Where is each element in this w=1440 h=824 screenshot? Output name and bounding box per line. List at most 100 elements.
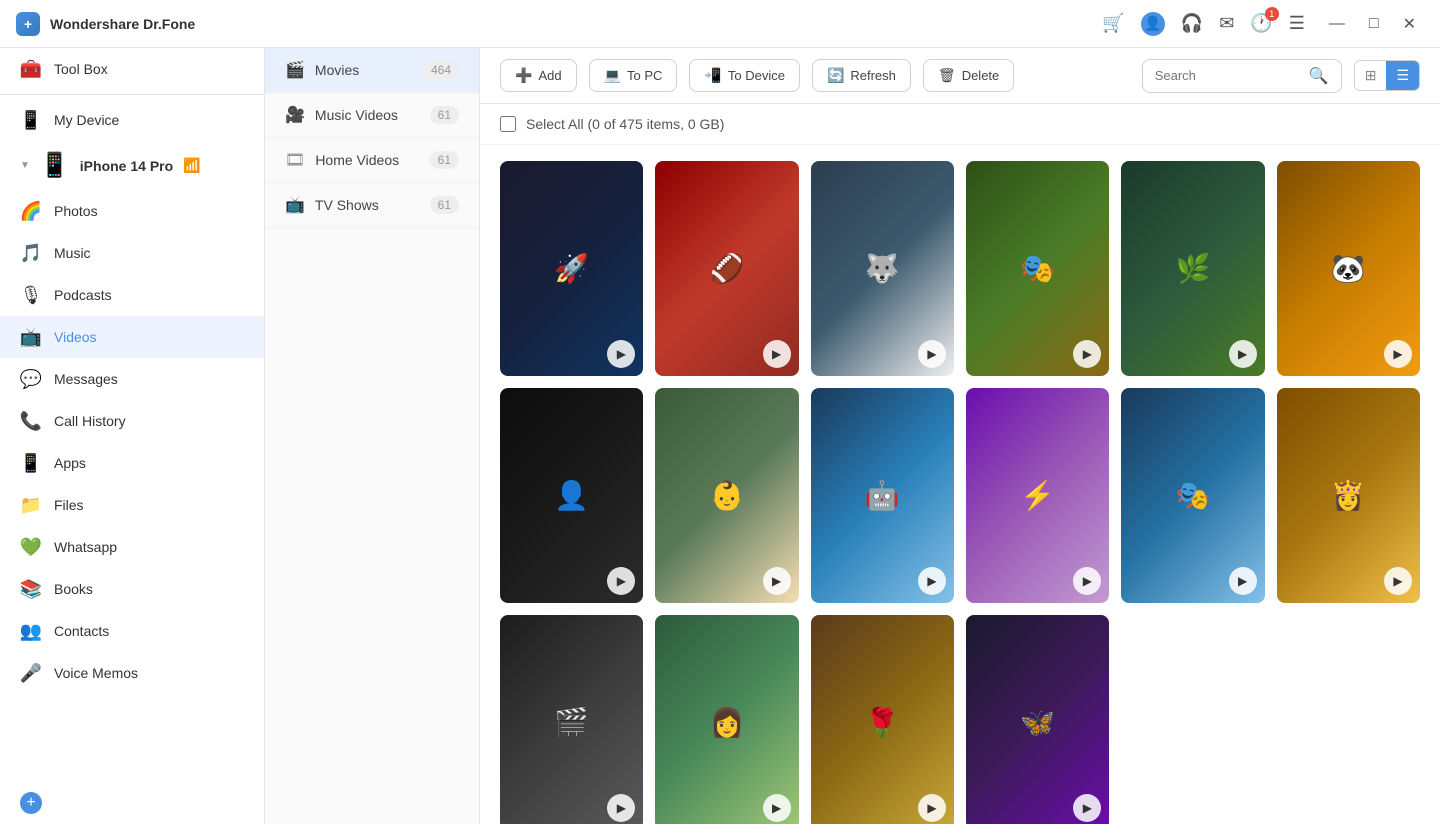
- sub-count-home-videos: 61: [430, 151, 459, 169]
- sub-sidebar-item-home-videos[interactable]: 🎞 Home Videos 61: [265, 138, 479, 183]
- play-button-3[interactable]: ▶: [918, 340, 946, 368]
- delete-label: Delete: [962, 68, 1000, 83]
- mail-icon[interactable]: ✉: [1219, 13, 1234, 34]
- sidebar-item-music[interactable]: 🎵 Music: [0, 232, 264, 274]
- play-button-11[interactable]: ▶: [1229, 567, 1257, 595]
- video-thumb-9[interactable]: 🤖 ▶: [811, 388, 954, 603]
- history-icon[interactable]: 🕐 1: [1250, 13, 1272, 34]
- video-thumb-3[interactable]: 🐺 ▶: [811, 161, 954, 376]
- grid-view-button[interactable]: ⊞: [1355, 61, 1387, 90]
- voice-memos-icon: 🎤: [20, 662, 42, 684]
- sidebar-item-files[interactable]: 📁 Files: [0, 484, 264, 526]
- sub-count-music-videos: 61: [430, 106, 459, 124]
- sidebar-item-mydevice[interactable]: 📱 My Device: [0, 99, 264, 141]
- device-name: iPhone 14 Pro: [80, 158, 173, 174]
- toolbox-icon: 🧰: [20, 58, 42, 80]
- device-icon: 📱: [40, 151, 70, 180]
- sidebar-item-whatsapp[interactable]: 💚 Whatsapp: [0, 526, 264, 568]
- sub-label-home-videos: Home Videos: [315, 152, 419, 168]
- main-layout: 🧰 Tool Box 📱 My Device ▼ 📱 iPhone 14 Pro…: [0, 48, 1440, 824]
- contacts-icon: 👥: [20, 620, 42, 642]
- sidebar-item-messages[interactable]: 💬 Messages: [0, 358, 264, 400]
- video-thumb-4[interactable]: 🎭 ▶: [966, 161, 1109, 376]
- sidebar-item-podcasts[interactable]: 🎙 Podcasts: [0, 274, 264, 316]
- to-device-label: To Device: [728, 68, 785, 83]
- video-thumb-16[interactable]: 🦋 ▶: [966, 615, 1109, 824]
- refresh-icon: 🔄: [827, 67, 844, 84]
- video-thumb-13[interactable]: 🎬 ▶: [500, 615, 643, 824]
- play-button-14[interactable]: ▶: [763, 794, 791, 822]
- sidebar-label-music: Music: [54, 245, 244, 261]
- sidebar-label-contacts: Contacts: [54, 623, 244, 639]
- sub-count-movies: 464: [423, 61, 459, 79]
- sub-sidebar-item-music-videos[interactable]: 🎥 Music Videos 61: [265, 93, 479, 138]
- sidebar-item-voice-memos[interactable]: 🎤 Voice Memos: [0, 652, 264, 694]
- device-header[interactable]: ▼ 📱 iPhone 14 Pro 📶: [0, 141, 264, 190]
- play-button-2[interactable]: ▶: [763, 340, 791, 368]
- minimize-button[interactable]: —: [1321, 10, 1353, 38]
- video-thumb-14[interactable]: 👩 ▶: [655, 615, 798, 824]
- maximize-button[interactable]: □: [1361, 10, 1387, 38]
- whatsapp-icon: 💚: [20, 536, 42, 558]
- thumb-figure-14: 👩: [655, 615, 798, 824]
- profile-icon[interactable]: 👤: [1141, 12, 1165, 36]
- add-icon: ➕: [515, 67, 532, 84]
- sidebar-item-toolbox[interactable]: 🧰 Tool Box: [0, 48, 264, 90]
- play-button-9[interactable]: ▶: [918, 567, 946, 595]
- cart-icon[interactable]: 🛒: [1102, 13, 1124, 34]
- select-all-checkbox[interactable]: [500, 116, 516, 132]
- add-button[interactable]: ➕ Add: [500, 59, 577, 92]
- sidebar-label-call-history: Call History: [54, 413, 244, 429]
- play-button-12[interactable]: ▶: [1384, 567, 1412, 595]
- select-all-label[interactable]: Select All (0 of 475 items, 0 GB): [526, 116, 724, 132]
- add-label: Add: [538, 68, 561, 83]
- to-device-button[interactable]: 📲 To Device: [689, 59, 800, 92]
- video-thumb-11[interactable]: 🎭 ▶: [1121, 388, 1264, 603]
- list-view-button[interactable]: ☰: [1386, 61, 1419, 90]
- sidebar-item-apps[interactable]: 📱 Apps: [0, 442, 264, 484]
- delete-button[interactable]: 🗑 Delete: [923, 59, 1014, 92]
- search-input[interactable]: [1155, 68, 1301, 83]
- video-thumb-8[interactable]: 👶 ▶: [655, 388, 798, 603]
- sub-sidebar-item-movies[interactable]: 🎬 Movies 464: [265, 48, 479, 93]
- sidebar-divider-1: [0, 94, 264, 95]
- video-thumb-12[interactable]: 👸 ▶: [1277, 388, 1420, 603]
- sidebar-item-floating[interactable]: +: [0, 782, 264, 824]
- messages-icon: 💬: [20, 368, 42, 390]
- view-toggle: ⊞ ☰: [1354, 60, 1420, 91]
- sidebar-item-photos[interactable]: 🌈 Photos: [0, 190, 264, 232]
- video-thumb-6[interactable]: 🐼 ▶: [1277, 161, 1420, 376]
- sub-sidebar-item-tv-shows[interactable]: 📺 TV Shows 61: [265, 183, 479, 228]
- sidebar-label-apps: Apps: [54, 455, 244, 471]
- sidebar-item-call-history[interactable]: 📞 Call History: [0, 400, 264, 442]
- sub-sidebar: 🎬 Movies 464 🎥 Music Videos 61 🎞 Home Vi…: [265, 48, 480, 824]
- play-button-5[interactable]: ▶: [1229, 340, 1257, 368]
- play-button-15[interactable]: ▶: [918, 794, 946, 822]
- play-button-8[interactable]: ▶: [763, 567, 791, 595]
- to-pc-label: To PC: [627, 68, 662, 83]
- call-history-icon: 📞: [20, 410, 42, 432]
- refresh-button[interactable]: 🔄 Refresh: [812, 59, 911, 92]
- close-button[interactable]: ✕: [1395, 10, 1424, 38]
- sidebar-item-books[interactable]: 📚 Books: [0, 568, 264, 610]
- play-button-6[interactable]: ▶: [1384, 340, 1412, 368]
- sub-count-tv-shows: 61: [430, 196, 459, 214]
- list-icon[interactable]: ☰: [1289, 13, 1305, 34]
- apps-icon: 📱: [20, 452, 42, 474]
- wifi-icon: 📶: [183, 157, 200, 174]
- headset-icon[interactable]: 🎧: [1181, 13, 1203, 34]
- video-thumb-15[interactable]: 🌹 ▶: [811, 615, 954, 824]
- sub-label-tv-shows: TV Shows: [315, 197, 420, 213]
- videos-icon: 📺: [20, 326, 42, 348]
- video-thumb-2[interactable]: 🏈 ▶: [655, 161, 798, 376]
- sidebar-item-videos[interactable]: 📺 Videos: [0, 316, 264, 358]
- video-thumb-5[interactable]: 🌿 ▶: [1121, 161, 1264, 376]
- sidebar-label-messages: Messages: [54, 371, 244, 387]
- to-pc-button[interactable]: 💻 To PC: [589, 59, 678, 92]
- sidebar-item-contacts[interactable]: 👥 Contacts: [0, 610, 264, 652]
- video-thumb-10[interactable]: ⚡ ▶: [966, 388, 1109, 603]
- video-thumb-7[interactable]: 👤 ▶: [500, 388, 643, 603]
- video-thumb-1[interactable]: 🚀 ▶: [500, 161, 643, 376]
- podcasts-icon: 🎙: [20, 284, 42, 306]
- search-box[interactable]: 🔍: [1142, 59, 1342, 93]
